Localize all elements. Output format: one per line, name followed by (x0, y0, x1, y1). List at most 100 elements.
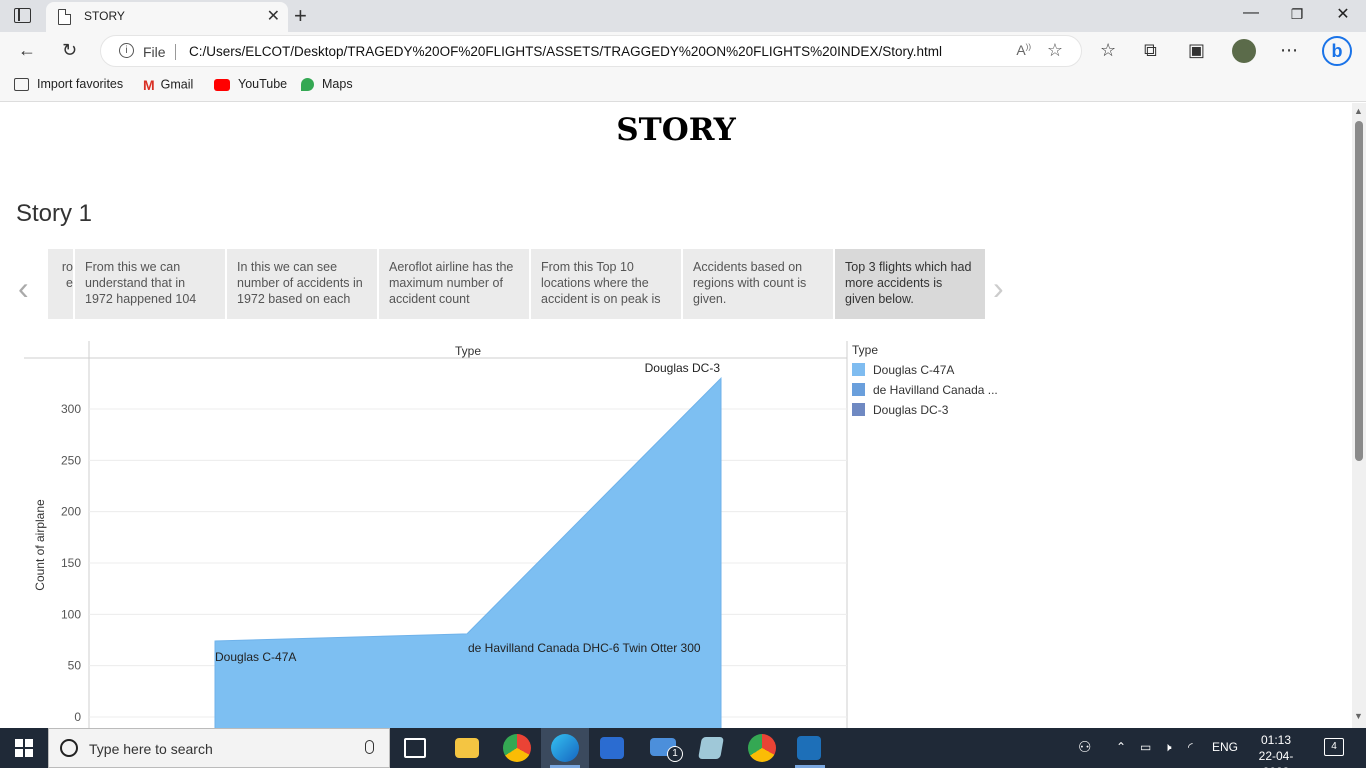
browser-tab-strip: STORY ✕ + — ❐ ✕ (0, 0, 1366, 32)
scrollbar-thumb[interactable] (1355, 121, 1363, 461)
story-next-arrow-icon[interactable]: › (993, 270, 1004, 307)
battery-icon[interactable]: ▭ (1140, 740, 1151, 754)
chrome-icon[interactable] (748, 734, 776, 762)
favorites-icon[interactable]: ☆ (1100, 40, 1116, 61)
back-icon[interactable]: ← (18, 40, 36, 61)
legend-swatch (852, 383, 865, 396)
tab-title: STORY (84, 9, 125, 23)
photos-icon[interactable] (797, 736, 821, 760)
page-icon (58, 9, 71, 25)
story-point-4[interactable]: From this Top 10 locations where the acc… (531, 249, 681, 319)
taskbar-clock[interactable]: 01:13 22-04-2023 (1246, 732, 1306, 780)
show-hidden-icons-icon[interactable]: ⌃ (1116, 740, 1126, 754)
y-tick-label: 100 (61, 607, 81, 621)
address-separator (175, 44, 176, 60)
microphone-icon[interactable] (365, 740, 374, 754)
search-icon (60, 739, 78, 757)
bookmark-youtube[interactable]: YouTube (214, 77, 287, 91)
more-menu-icon[interactable]: ⋯ (1280, 40, 1298, 61)
bookmarks-bar: Import favorites M Gmail YouTube Maps (0, 70, 1366, 102)
legend-swatch (852, 403, 865, 416)
legend-item-2[interactable]: Douglas DC-3 (852, 403, 1012, 423)
chrome-profile-icon[interactable] (503, 734, 531, 762)
scheme-label: File (143, 44, 166, 60)
people-icon[interactable]: ⚇ (1078, 738, 1091, 756)
legend-label: Douglas DC-3 (873, 403, 949, 417)
bookmark-label: YouTube (238, 77, 288, 91)
story-point-2[interactable]: In this we can see number of accidents i… (227, 249, 377, 319)
data-label-0: Douglas C-47A (215, 650, 296, 664)
legend-swatch (852, 363, 865, 376)
clock-date: 22-04-2023 (1258, 749, 1294, 779)
search-placeholder: Type here to search (89, 741, 213, 757)
y-axis-label: Count of airplane (33, 499, 47, 591)
scroll-down-icon[interactable]: ▼ (1354, 711, 1363, 721)
page-content: STORY Story 1 ‹ ro e From this we can und… (0, 103, 1352, 728)
bookmark-label: Gmail (160, 77, 194, 92)
story-point-1[interactable]: From this we can understand that in 1972… (75, 249, 225, 319)
new-tab-button[interactable]: + (294, 3, 307, 29)
profile-avatar[interactable] (1232, 39, 1256, 63)
maps-icon (301, 78, 314, 92)
story-point-0[interactable]: ro e (48, 249, 73, 319)
legend-label: Douglas C-47A (873, 363, 955, 377)
address-bar[interactable]: i File C:/Users/ELCOT/Desktop/TRAGEDY%20… (100, 35, 1082, 67)
bookmark-maps[interactable]: Maps (301, 77, 353, 92)
windows-start-icon[interactable] (15, 739, 33, 757)
add-favorite-icon[interactable]: ☆ (1047, 40, 1063, 61)
taskbar-search-box[interactable]: Type here to search (48, 728, 390, 768)
y-tick-label: 250 (61, 453, 81, 467)
chart-legend: Type Douglas C-47A de Havilland Canada ..… (852, 343, 1012, 423)
page-scrollbar[interactable]: ▲ ▼ (1352, 103, 1366, 728)
minimize-icon[interactable]: — (1228, 4, 1274, 22)
task-view-icon[interactable] (404, 738, 426, 758)
bookmark-import-favorites[interactable]: Import favorites (14, 77, 124, 92)
url-text[interactable]: C:/Users/ELCOT/Desktop/TRAGEDY%20OF%20FL… (189, 44, 942, 59)
volume-icon[interactable]: 🕨 (1164, 740, 1172, 755)
restore-icon[interactable]: ❐ (1274, 6, 1320, 23)
data-point-1 (466, 633, 468, 635)
bookmark-label: Import favorites (37, 77, 124, 91)
story-point-6[interactable]: Top 3 flights which had more accidents i… (835, 249, 985, 319)
area-series (214, 376, 722, 728)
microsoft-store-icon[interactable] (600, 737, 624, 759)
browser-toolbar: ← ↻ i File C:/Users/ELCOT/Desktop/TRAGED… (0, 32, 1366, 70)
notification-center-icon[interactable]: 4 (1324, 738, 1344, 756)
browser-tab[interactable]: STORY ✕ (46, 2, 288, 32)
data-label-1: de Havilland Canada DHC-6 Twin Otter 300 (468, 641, 701, 655)
window-close-icon[interactable]: ✕ (1320, 4, 1366, 24)
bookmark-gmail[interactable]: M Gmail (143, 77, 193, 93)
gmail-icon: M (143, 77, 155, 93)
read-aloud-icon[interactable]: A)) (1016, 42, 1031, 58)
page-title: STORY (616, 112, 736, 148)
file-explorer-icon[interactable] (455, 738, 479, 758)
y-tick-label: 200 (61, 505, 81, 519)
edge-browser-icon[interactable] (551, 734, 579, 762)
y-tick-label: 0 (74, 710, 81, 724)
story-point-5[interactable]: Accidents based on regions with count is… (683, 249, 833, 319)
info-icon[interactable]: i (119, 43, 134, 58)
language-indicator[interactable]: ENG (1212, 740, 1238, 754)
close-tab-icon[interactable]: ✕ (267, 6, 280, 26)
legend-title: Type (852, 343, 879, 357)
story-prev-arrow-icon[interactable]: ‹ (18, 270, 29, 307)
mail-badge: 1 (667, 746, 683, 762)
network-icon[interactable]: ◜ (1188, 740, 1193, 754)
scroll-up-icon[interactable]: ▲ (1354, 106, 1363, 116)
legend-item-0[interactable]: Douglas C-47A (852, 363, 1012, 383)
collections-icon[interactable]: ⧉ (1144, 40, 1157, 61)
story-title: Story 1 (16, 200, 93, 227)
data-point-2 (720, 377, 722, 379)
story-point-3[interactable]: Aeroflot airline has the maximum number … (379, 249, 529, 319)
tab-actions-icon[interactable] (14, 8, 31, 23)
data-label-2: Douglas DC-3 (645, 361, 721, 375)
data-point-0 (214, 640, 216, 642)
bing-chat-icon[interactable]: b (1322, 36, 1352, 66)
bookmark-label: Maps (322, 77, 353, 91)
refresh-icon[interactable]: ↻ (62, 40, 77, 61)
windows-taskbar: Type here to search ⚇ ⌃ ▭ 🕨 ◜ ENG 01:13 … (0, 728, 1366, 779)
browser-essentials-icon[interactable]: ▣ (1188, 40, 1205, 61)
y-tick-label: 300 (61, 402, 81, 416)
notepad-app-icon[interactable] (698, 737, 724, 759)
legend-item-1[interactable]: de Havilland Canada ... (852, 383, 1012, 403)
